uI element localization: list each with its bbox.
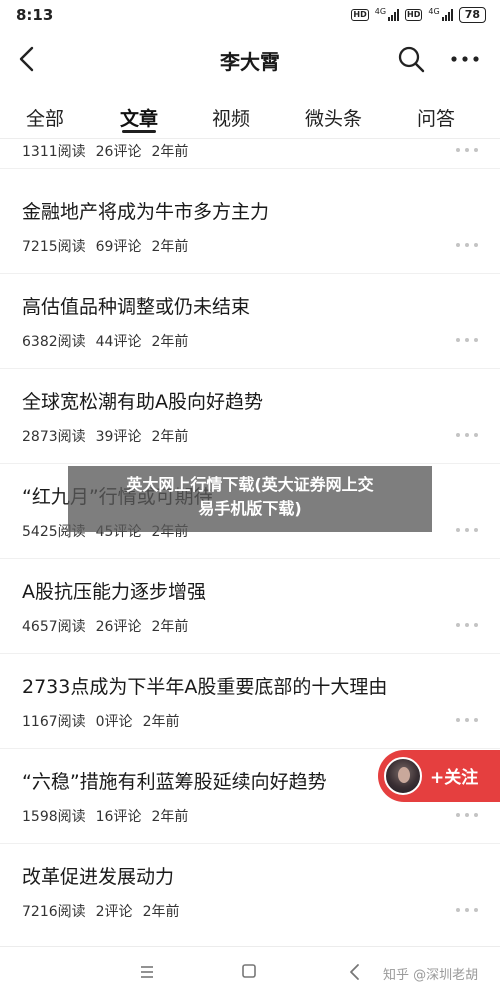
article-meta: 1598阅读 16评论 2年前 bbox=[22, 806, 198, 826]
article-meta: 4657阅读 26评论 2年前 bbox=[22, 616, 198, 636]
battery-icon: 78 bbox=[458, 7, 486, 23]
article-meta: 7215阅读 69评论 2年前 bbox=[22, 236, 198, 256]
read-count: 6382阅读 bbox=[22, 334, 86, 350]
comment-count: 44评论 bbox=[95, 334, 142, 350]
signal-icon bbox=[388, 9, 400, 21]
article-title[interactable]: 高估值品种调整或仍未结束 bbox=[22, 292, 250, 319]
more-dots-icon[interactable] bbox=[456, 334, 478, 346]
article-title[interactable]: 全球宽松潮有助A股向好趋势 bbox=[22, 387, 263, 414]
article-title[interactable]: 2733点成为下半年A股重要底部的十大理由 bbox=[22, 672, 387, 699]
read-count: 7216阅读 bbox=[22, 904, 86, 920]
tab-videos[interactable]: 视频 bbox=[212, 104, 250, 131]
follow-button[interactable]: +关注 bbox=[378, 750, 500, 802]
hd-badge-2: HD bbox=[405, 9, 423, 21]
tab-bar: 全部 文章 视频 微头条 问答 bbox=[0, 92, 500, 138]
more-dots-icon[interactable] bbox=[456, 429, 478, 441]
comment-count: 39评论 bbox=[95, 429, 142, 445]
comment-count: 69评论 bbox=[95, 239, 142, 255]
publish-time: 2年前 bbox=[151, 809, 189, 825]
article-title[interactable]: 金融地产将成为牛市多方主力 bbox=[22, 197, 269, 224]
publish-time: 2年前 bbox=[151, 429, 189, 445]
more-dots-icon[interactable] bbox=[456, 524, 478, 536]
list-item[interactable]: 全球宽松潮有助A股向好趋势 2873阅读 39评论 2年前 bbox=[0, 369, 500, 464]
header: 李大霄 bbox=[0, 32, 500, 88]
status-time: 8:13 bbox=[16, 6, 54, 24]
publish-time: 2年前 bbox=[142, 904, 180, 920]
read-count: 1598阅读 bbox=[22, 809, 86, 825]
status-icons: HD 4G HD 4G 78 bbox=[351, 7, 486, 23]
more-dots-icon[interactable] bbox=[456, 809, 478, 821]
comment-count: 26评论 bbox=[95, 619, 142, 635]
more-dots-icon[interactable] bbox=[456, 619, 478, 631]
more-dots-icon[interactable] bbox=[456, 239, 478, 251]
divider bbox=[0, 168, 500, 169]
list-item[interactable]: 高估值品种调整或仍未结束 6382阅读 44评论 2年前 bbox=[0, 274, 500, 369]
network-type: 4G bbox=[374, 6, 387, 16]
follow-label: +关注 bbox=[430, 768, 479, 788]
read-count: 1311阅读 bbox=[22, 144, 86, 160]
overlay-line-2: 易手机版下载) bbox=[198, 499, 302, 518]
watermark-text: 知乎 @深圳老胡 bbox=[383, 968, 479, 983]
system-nav-bar: 知乎 @深圳老胡 bbox=[0, 946, 500, 1001]
home-square-icon[interactable] bbox=[242, 964, 256, 978]
list-item[interactable]: A股抗压能力逐步增强 4657阅读 26评论 2年前 bbox=[0, 559, 500, 654]
comment-count: 26评论 bbox=[95, 144, 142, 160]
list-item[interactable]: 改革促进发展动力 7216阅读 2评论 2年前 bbox=[0, 844, 500, 939]
article-list: 1311阅读 26评论 2年前 金融地产将成为牛市多方主力 7215阅读 69评论 2年… bbox=[0, 139, 500, 939]
publish-time: 2年前 bbox=[151, 619, 189, 635]
article-meta: 6382阅读 44评论 2年前 bbox=[22, 331, 198, 351]
back-triangle-icon[interactable] bbox=[348, 963, 360, 981]
more-dots-icon[interactable] bbox=[456, 144, 478, 156]
overlay-caption: 英大网上行情下载(英大证券网上交 易手机版下载) bbox=[68, 466, 432, 532]
list-item[interactable]: 1311阅读 26评论 2年前 bbox=[0, 139, 500, 169]
article-meta: 2873阅读 39评论 2年前 bbox=[22, 426, 198, 446]
article-meta: 1167阅读 0评论 2年前 bbox=[22, 711, 189, 731]
more-dots-icon[interactable] bbox=[456, 904, 478, 916]
more-dots-icon[interactable] bbox=[448, 44, 482, 74]
list-item[interactable]: 2733点成为下半年A股重要底部的十大理由 1167阅读 0评论 2年前 bbox=[0, 654, 500, 749]
comment-count: 16评论 bbox=[95, 809, 142, 825]
read-count: 1167阅读 bbox=[22, 714, 86, 730]
avatar bbox=[384, 757, 422, 795]
publish-time: 2年前 bbox=[151, 144, 189, 160]
article-title[interactable]: A股抗压能力逐步增强 bbox=[22, 577, 206, 604]
comment-count: 0评论 bbox=[95, 714, 133, 730]
signal-icon-2 bbox=[441, 9, 453, 21]
tab-articles[interactable]: 文章 bbox=[120, 104, 158, 131]
menu-icon[interactable] bbox=[140, 965, 154, 979]
publish-time: 2年前 bbox=[151, 334, 189, 350]
search-icon[interactable] bbox=[396, 44, 426, 74]
hd-badge: HD bbox=[351, 9, 369, 21]
read-count: 7215阅读 bbox=[22, 239, 86, 255]
overlay-line-1: 英大网上行情下载(英大证券网上交 bbox=[126, 475, 374, 494]
tab-micro-posts[interactable]: 微头条 bbox=[305, 104, 362, 131]
tab-all[interactable]: 全部 bbox=[26, 104, 64, 131]
article-meta: 1311阅读 26评论 2年前 bbox=[22, 141, 198, 161]
active-tab-indicator bbox=[122, 130, 156, 133]
tab-qa[interactable]: 问答 bbox=[417, 104, 455, 131]
status-bar: 8:13 HD 4G HD 4G 78 bbox=[0, 0, 500, 32]
comment-count: 2评论 bbox=[95, 904, 133, 920]
article-meta: 7216阅读 2评论 2年前 bbox=[22, 901, 189, 921]
article-title[interactable]: “六稳”措施有利蓝筹股延续向好趋势 bbox=[22, 767, 327, 794]
read-count: 4657阅读 bbox=[22, 619, 86, 635]
list-item[interactable]: 金融地产将成为牛市多方主力 7215阅读 69评论 2年前 bbox=[0, 179, 500, 274]
network-type-2: 4G bbox=[428, 6, 440, 16]
publish-time: 2年前 bbox=[142, 714, 180, 730]
more-dots-icon[interactable] bbox=[456, 714, 478, 726]
read-count: 2873阅读 bbox=[22, 429, 86, 445]
publish-time: 2年前 bbox=[151, 239, 189, 255]
article-title[interactable]: 改革促进发展动力 bbox=[22, 862, 174, 889]
